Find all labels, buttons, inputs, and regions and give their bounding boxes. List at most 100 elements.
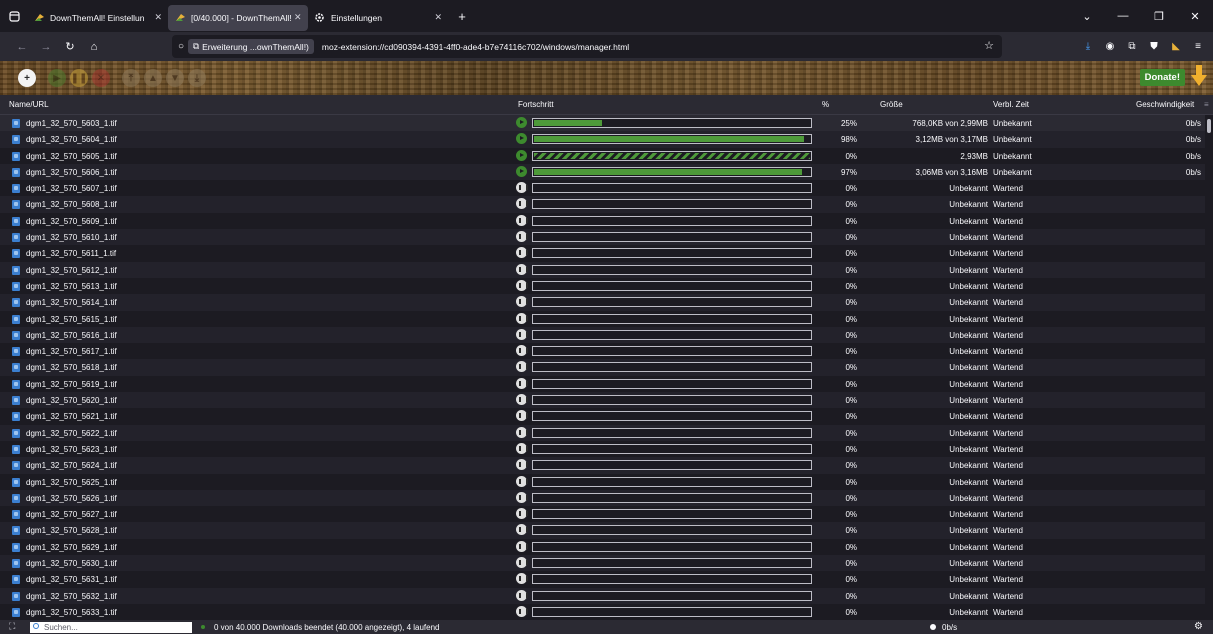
table-row[interactable]: dgm1_32_570_5604_1.tif 98% 3,12MB von 3,17… [0,131,1205,148]
donate-button[interactable]: Donate! [1139,69,1185,86]
table-row[interactable]: dgm1_32_570_5633_1.tif 0% Unbekannt Wartend [0,603,1205,620]
image-file-icon [12,526,20,536]
table-row[interactable]: dgm1_32_570_5612_1.tif 0% Unbekannt Wartend [0,261,1205,278]
tab-einstellungen[interactable]: Einstellungen ✕ [308,5,448,31]
menu-icon[interactable]: ≡ [1187,41,1209,52]
table-row[interactable]: dgm1_32_570_5622_1.tif 0% Unbekannt Wartend [0,424,1205,441]
url-bar[interactable]: ○ ⧉ Erweiterung ...ownThemAll!) moz-exte… [172,35,1002,58]
table-row[interactable]: dgm1_32_570_5613_1.tif 0% Unbekannt Wartend [0,277,1205,295]
download-percent: 0% [845,526,857,536]
col-size[interactable]: Größe [880,100,903,109]
table-row[interactable]: dgm1_32_570_5632_1.tif 0% Unbekannt Wartend [0,587,1205,604]
table-row[interactable]: dgm1_32_570_5619_1.tif 0% Unbekannt Wartend [0,375,1205,393]
download-name: dgm1_32_570_5622_1.tif [26,428,117,438]
gear-icon[interactable]: ⚙ [1194,621,1203,632]
table-row[interactable]: dgm1_32_570_5617_1.tif 0% Unbekannt Wartend [0,343,1205,360]
dta-icon[interactable]: ◣ [1165,41,1187,52]
col-progress[interactable]: Fortschritt [518,100,554,109]
download-percent: 0% [845,591,857,601]
table-row[interactable]: dgm1_32_570_5628_1.tif 0% Unbekannt Wartend [0,522,1205,539]
extension-chip[interactable]: ⧉ Erweiterung ...ownThemAll!) [188,39,314,54]
table-row[interactable]: dgm1_32_570_5621_1.tif 0% Unbekannt Wartend [0,408,1205,425]
col-percent[interactable]: % [822,100,829,109]
tab-dta-settings[interactable]: DownThemAll! Einstellungen ✕ [28,5,168,31]
download-percent: 0% [845,428,857,438]
move-up-button[interactable]: ▲ [144,69,162,87]
download-icon[interactable]: ⤓ [1077,41,1099,52]
manager-toolbar: + ▶ ❚❚ ✕ ⤒ ▲ ▼ ⤓ Donate! [0,61,1213,95]
scrollbar[interactable] [1205,115,1213,620]
table-row[interactable]: dgm1_32_570_5616_1.tif 0% Unbekannt Wartend [0,326,1205,344]
url-text[interactable]: moz-extension://cd090394-4391-4ff0-ade4-… [322,42,629,52]
tab-dta-manager[interactable]: [0/40.000] - DownThemAll! Ma ✕ [168,4,308,31]
image-file-icon [12,444,20,454]
minimize-icon[interactable]: — [1105,10,1141,22]
table-row[interactable]: dgm1_32_570_5607_1.tif 0% Unbekannt Wartend [0,180,1205,197]
progress-bar [532,118,812,128]
download-size: Unbekannt [949,428,988,438]
column-header: Name/URL Fortschritt % Größe Verbl. Zeit… [0,95,1213,115]
table-row[interactable]: dgm1_32_570_5608_1.tif 0% Unbekannt Wartend [0,196,1205,213]
table-row[interactable]: dgm1_32_570_5625_1.tif 0% Unbekannt Wartend [0,473,1205,490]
table-row[interactable]: dgm1_32_570_5606_1.tif 97% 3,06MB von 3,16… [0,163,1205,181]
progress-bar [532,215,812,226]
home-icon[interactable]: ⌂ [84,41,104,53]
add-download-button[interactable]: + [18,69,36,87]
scrollbar-thumb[interactable] [1207,119,1211,133]
close-icon[interactable]: ✕ [294,12,302,23]
download-remaining: Wartend [993,591,1023,601]
shield-icon[interactable]: ⛊ [1143,41,1165,52]
col-name[interactable]: Name/URL [9,100,49,109]
reload-icon[interactable]: ↻ [60,40,80,53]
col-speed[interactable]: Geschwindigkeit [1136,100,1194,109]
forward-icon[interactable]: → [36,41,56,53]
extensions-icon[interactable]: ⧉ [1121,41,1143,52]
table-row[interactable]: dgm1_32_570_5610_1.tif 0% Unbekannt Wartend [0,229,1205,246]
download-percent: 0% [845,151,857,161]
speed-indicator-icon [930,624,936,630]
close-icon[interactable]: ✕ [154,12,162,23]
download-size: Unbekannt [949,575,988,585]
filter-icon[interactable]: ⛶ [9,621,15,632]
resume-button[interactable]: ▶ [48,69,66,87]
maximize-icon[interactable]: ❐ [1141,10,1177,23]
chevron-down-icon[interactable]: ⌄ [1069,10,1105,23]
table-row[interactable]: dgm1_32_570_5630_1.tif 0% Unbekannt Wartend [0,555,1205,572]
tab-title: DownThemAll! Einstellungen [50,12,145,23]
table-row[interactable]: dgm1_32_570_5631_1.tif 0% Unbekannt Wartend [0,571,1205,588]
table-row[interactable]: dgm1_32_570_5611_1.tif 0% Unbekannt Wartend [0,245,1205,262]
search-input[interactable]: Suchen... [30,622,192,633]
table-row[interactable]: dgm1_32_570_5615_1.tif 0% Unbekannt Wartend [0,310,1205,327]
pause-button[interactable]: ❚❚ [70,69,88,87]
close-icon[interactable]: ✕ [434,12,442,23]
table-row[interactable]: dgm1_32_570_5626_1.tif 0% Unbekannt Wartend [0,489,1205,507]
download-percent: 0% [845,396,857,406]
cancel-button[interactable]: ✕ [92,69,110,87]
back-icon[interactable]: ← [12,41,32,53]
table-row[interactable]: dgm1_32_570_5629_1.tif 0% Unbekannt Wartend [0,538,1205,556]
table-row[interactable]: dgm1_32_570_5627_1.tif 0% Unbekannt Wartend [0,506,1205,523]
table-row[interactable]: dgm1_32_570_5605_1.tif 0% 2,93MB Unbekannt 0… [0,147,1205,164]
table-row[interactable]: dgm1_32_570_5623_1.tif 0% Unbekannt Wartend [0,440,1205,458]
status-speed: 0b/s [942,623,958,632]
paused-icon [516,508,528,520]
move-bottom-button[interactable]: ⤓ [188,69,206,87]
table-row[interactable]: dgm1_32_570_5603_1.tif 25% 768,0KB von 2,9… [0,115,1205,132]
shield-icon[interactable]: ○ [178,41,184,52]
account-icon[interactable]: ◉ [1099,41,1121,52]
star-icon[interactable]: ☆ [984,39,994,52]
new-tab-button[interactable]: + [452,9,472,24]
download-remaining: Wartend [993,281,1023,291]
column-menu-icon[interactable]: ≡ [1204,100,1209,109]
table-row[interactable]: dgm1_32_570_5624_1.tif 0% Unbekannt Wartend [0,457,1205,474]
col-remaining[interactable]: Verbl. Zeit [993,100,1029,109]
move-down-button[interactable]: ▼ [166,69,184,87]
tab-list-icon[interactable] [0,0,28,32]
table-row[interactable]: dgm1_32_570_5609_1.tif 0% Unbekannt Wartend [0,212,1205,230]
move-top-button[interactable]: ⤒ [122,69,140,87]
table-row[interactable]: dgm1_32_570_5618_1.tif 0% Unbekannt Wartend [0,359,1205,376]
progress-bar [532,443,812,454]
table-row[interactable]: dgm1_32_570_5620_1.tif 0% Unbekannt Wartend [0,392,1205,409]
table-row[interactable]: dgm1_32_570_5614_1.tif 0% Unbekannt Wartend [0,294,1205,311]
close-window-icon[interactable]: ✕ [1177,10,1213,23]
